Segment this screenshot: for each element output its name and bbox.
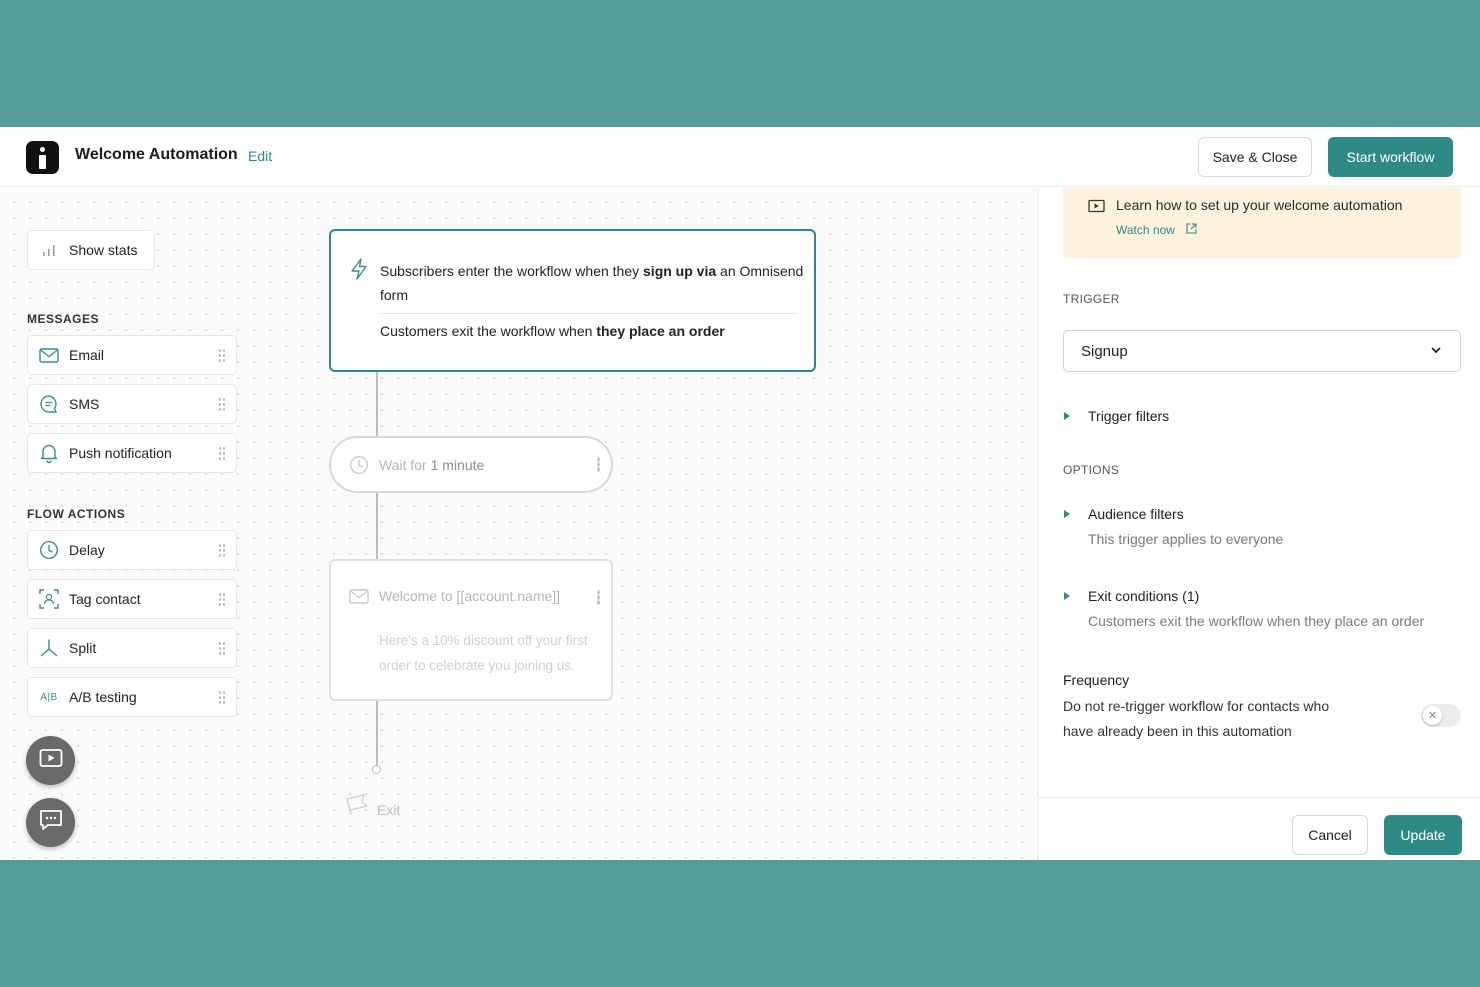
chevron-down-icon (1430, 343, 1442, 360)
envelope-icon (39, 345, 59, 365)
trigger-node[interactable]: Subscribers enter the workflow when they… (329, 229, 816, 372)
envelope-icon (349, 589, 369, 609)
sidebar-item-push-notification[interactable]: Push notification (27, 433, 237, 473)
sidebar-item-label: SMS (69, 396, 100, 412)
email-node[interactable]: Welcome to [[account.name]] Here's a 10%… (329, 559, 613, 701)
sidebar-item-label: Split (69, 640, 97, 656)
omnisend-logo (26, 141, 59, 174)
show-stats-label: Show stats (69, 242, 138, 258)
flow-connector (376, 701, 378, 766)
exit-label: Exit (377, 802, 401, 818)
exit-conditions-summary: Customers exit the workflow when they pl… (1088, 613, 1425, 629)
more-options-icon[interactable] (597, 457, 600, 472)
bar-chart-icon (39, 240, 59, 260)
flow-actions-section-label: FLOW ACTIONS (27, 507, 126, 521)
cancel-button[interactable]: Cancel (1292, 815, 1368, 855)
show-stats-button[interactable]: Show stats (27, 230, 155, 270)
video-tutorial-button[interactable] (26, 736, 75, 785)
split-icon (39, 638, 59, 658)
sidebar-item-email[interactable]: Email (27, 335, 237, 375)
page-title: Welcome Automation (75, 146, 238, 163)
sidebar-item-label: Email (69, 347, 105, 363)
app-window: Welcome Automation Edit Save & Close Sta… (0, 127, 1480, 860)
trigger-settings-panel: Learn how to set up your welcome automat… (1038, 188, 1480, 860)
trigger-select-value: Signup (1081, 342, 1128, 360)
ab-testing-icon: A|B (40, 691, 58, 703)
clock-icon (349, 455, 369, 475)
trigger-filters-toggle[interactable]: Trigger filters (1063, 408, 1169, 424)
bell-icon (39, 443, 59, 463)
toggle-off-icon: ✕ (1423, 706, 1442, 725)
sidebar-item-split[interactable]: Split (27, 628, 237, 668)
frequency-title: Frequency (1063, 672, 1130, 688)
frequency-description: Do not re-trigger workflow for contacts … (1063, 698, 1330, 739)
drag-handle-icon[interactable] (218, 446, 226, 462)
wait-node[interactable]: Wait for 1 minute (329, 436, 613, 493)
email-preview: Here's a 10% discount off your first ord… (379, 633, 588, 673)
drag-handle-icon[interactable] (218, 543, 226, 559)
trigger-exit-text: Customers exit the workflow when they pl… (380, 323, 725, 339)
lightning-icon (350, 258, 368, 285)
caret-right-icon (1064, 510, 1070, 518)
chat-support-button[interactable] (26, 798, 75, 847)
workflow-canvas[interactable]: Show stats MESSAGES Email SMS Push notif… (0, 188, 1038, 860)
sidebar-item-label: Push notification (69, 445, 172, 461)
exit-conditions-label: Exit conditions (1) (1088, 588, 1200, 604)
sidebar-item-label: Tag contact (69, 591, 141, 607)
external-link-icon (1186, 223, 1197, 237)
audience-filters-summary: This trigger applies to everyone (1088, 531, 1284, 547)
sidebar-item-delay[interactable]: Delay (27, 530, 237, 570)
save-close-button[interactable]: Save & Close (1198, 137, 1312, 177)
chat-bubble-icon (39, 394, 59, 414)
flow-connector (376, 493, 378, 559)
exit-conditions-toggle[interactable]: Exit conditions (1) (1063, 588, 1199, 604)
flow-connector (376, 372, 378, 436)
options-section-label: OPTIONS (1063, 463, 1120, 477)
drag-handle-icon[interactable] (218, 348, 226, 364)
panel-footer: Cancel Update (1039, 797, 1480, 860)
sidebar-item-label: Delay (69, 542, 105, 558)
more-options-icon[interactable] (597, 590, 600, 605)
drag-handle-icon[interactable] (218, 641, 226, 657)
wait-label: Wait for 1 minute (379, 456, 485, 473)
drag-handle-icon[interactable] (218, 592, 226, 608)
tag-contact-icon (39, 589, 59, 609)
messages-section-label: MESSAGES (27, 312, 100, 326)
trigger-section-label: TRIGGER (1063, 292, 1120, 306)
play-video-icon (1088, 199, 1105, 218)
trigger-enter-text: Subscribers enter the workflow when they… (380, 263, 804, 303)
retrigger-toggle[interactable]: ✕ (1421, 704, 1461, 727)
drag-handle-icon[interactable] (218, 397, 226, 413)
edit-title-link[interactable]: Edit (248, 148, 272, 164)
audience-filters-label: Audience filters (1088, 506, 1184, 522)
trigger-select[interactable]: Signup (1063, 330, 1461, 372)
sidebar-item-tag-contact[interactable]: Tag contact (27, 579, 237, 619)
flow-end-dot (372, 765, 381, 774)
watch-now-link[interactable]: Watch now (1116, 223, 1197, 237)
sidebar-item-label: A/B testing (69, 689, 137, 705)
clock-icon (39, 540, 59, 560)
update-button[interactable]: Update (1384, 815, 1462, 855)
tutorial-text: Learn how to set up your welcome automat… (1116, 197, 1403, 213)
top-bar: Welcome Automation Edit Save & Close Sta… (0, 127, 1480, 187)
caret-right-icon (1064, 412, 1070, 420)
divider (380, 313, 798, 314)
play-video-icon (39, 748, 63, 773)
flag-icon (345, 793, 369, 820)
caret-right-icon (1064, 592, 1070, 600)
audience-filters-toggle[interactable]: Audience filters (1063, 506, 1184, 522)
email-subject: Welcome to [[account.name]] (379, 588, 561, 604)
start-workflow-button[interactable]: Start workflow (1328, 137, 1453, 177)
sidebar-item-ab-testing[interactable]: A|B A/B testing (27, 677, 237, 717)
chat-icon (39, 809, 63, 836)
drag-handle-icon[interactable] (218, 690, 226, 706)
sidebar-item-sms[interactable]: SMS (27, 384, 237, 424)
tutorial-banner: Learn how to set up your welcome automat… (1063, 188, 1461, 258)
trigger-filters-label: Trigger filters (1088, 408, 1170, 424)
